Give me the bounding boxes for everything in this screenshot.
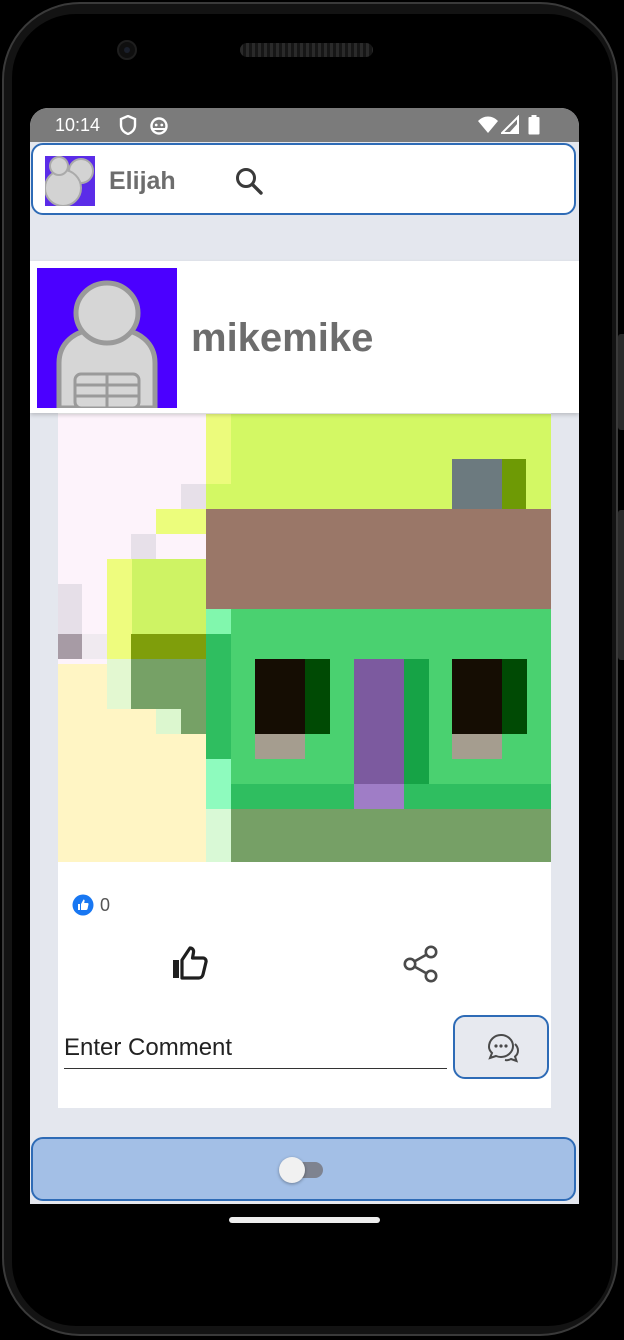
toggle-switch-icon[interactable] — [279, 1157, 323, 1183]
front-camera — [117, 40, 137, 60]
chat-bubbles-icon — [487, 1033, 520, 1063]
home-indicator[interactable] — [229, 1217, 380, 1223]
power-button — [618, 510, 624, 660]
group-avatar-icon[interactable] — [45, 156, 95, 206]
thumbs-up-icon — [173, 946, 208, 980]
android-icon — [150, 117, 168, 135]
wifi-icon — [478, 116, 498, 133]
volume-button — [618, 334, 624, 430]
current-user-name: Elijah — [109, 167, 176, 195]
like-count: 0 — [100, 894, 111, 915]
bottom-bar — [31, 1137, 576, 1201]
shield-icon — [119, 115, 137, 135]
like-button[interactable] — [170, 943, 210, 983]
post-image[interactable] — [58, 414, 551, 862]
post-author-header: mikemike — [30, 261, 579, 413]
signal-icon — [501, 115, 519, 134]
phone-device: 10:14 Elijah mikemike 0 Enter Comment — [0, 0, 624, 1340]
app-bar: Elijah — [31, 143, 576, 215]
battery-icon — [528, 115, 540, 135]
status-time: 10:14 — [55, 115, 101, 135]
earpiece-speaker — [240, 43, 373, 57]
share-icon — [403, 945, 438, 983]
person-avatar-icon[interactable] — [37, 268, 177, 408]
share-button[interactable] — [402, 945, 440, 983]
thumbs-up-badge-icon — [72, 894, 94, 916]
like-summary: 0 — [72, 892, 110, 918]
post-author-name[interactable]: mikemike — [191, 316, 373, 361]
status-bar: 10:14 — [30, 108, 579, 142]
comment-input[interactable] — [64, 1028, 447, 1069]
app-screen: 10:14 Elijah mikemike 0 Enter Comment — [30, 108, 579, 1204]
search-icon[interactable] — [233, 165, 267, 199]
comment-send-button[interactable] — [453, 1015, 549, 1079]
toggle-thumb — [279, 1157, 305, 1183]
post-card: 0 — [58, 408, 551, 1108]
